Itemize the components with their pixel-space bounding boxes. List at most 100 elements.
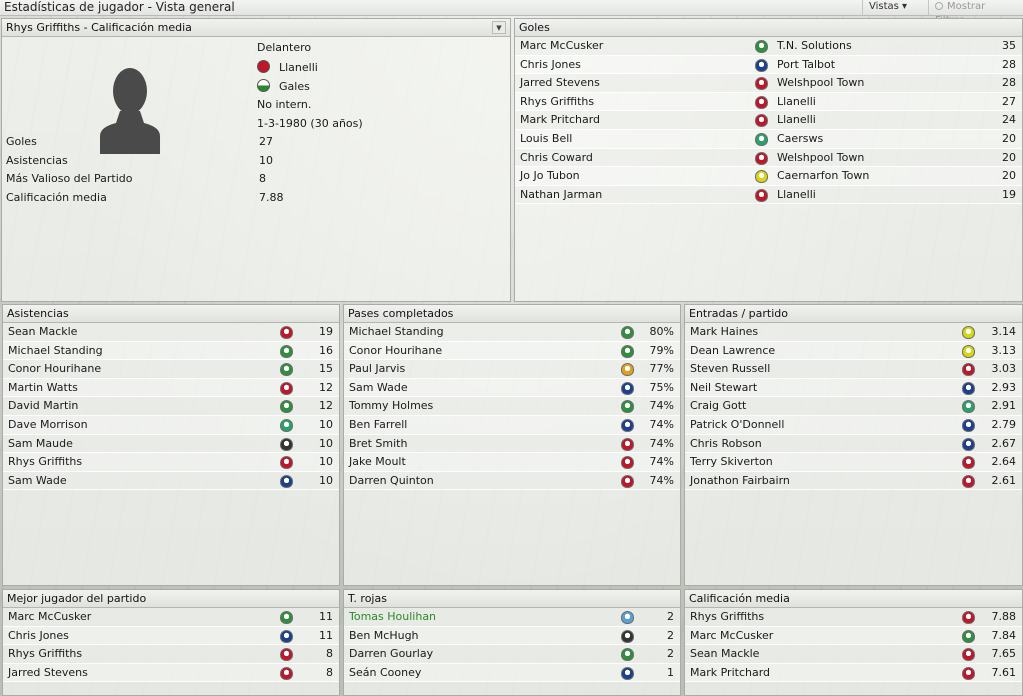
player-name[interactable]: Dave Morrison — [8, 416, 88, 434]
club-name[interactable]: Caernarfon Town — [777, 167, 869, 185]
list-item[interactable]: Ben Farrell 74% — [344, 415, 680, 435]
list-item[interactable]: Dean Lawrence 3.13 — [685, 341, 1022, 361]
club-name[interactable]: Caersws — [777, 130, 823, 148]
player-name[interactable]: Tommy Holmes — [349, 397, 433, 415]
list-item[interactable]: Patrick O'Donnell 2.79 — [685, 415, 1022, 435]
list-item[interactable]: Terry Skiverton 2.64 — [685, 453, 1022, 472]
club-name[interactable]: Port Talbot — [777, 56, 835, 74]
player-name[interactable]: Sean Mackle — [8, 323, 77, 341]
player-name[interactable]: Dean Lawrence — [690, 342, 775, 360]
list-item[interactable]: Ben McHugh 2 — [344, 626, 680, 646]
player-name[interactable]: Conor Hourihane — [8, 360, 101, 378]
list-item[interactable]: Martin Watts 12 — [3, 378, 339, 398]
player-nation[interactable]: Gales — [257, 79, 310, 93]
player-name[interactable]: Nathan Jarman — [520, 186, 602, 204]
player-name[interactable]: Conor Hourihane — [349, 342, 442, 360]
list-item[interactable]: Chris Coward Welshpool Town 20 — [515, 148, 1022, 168]
show-filters-button[interactable]: Mostrar Filtros — [928, 0, 1023, 26]
player-name[interactable]: Rhys Griffiths — [8, 645, 82, 663]
list-item[interactable]: Chris Jones Port Talbot 28 — [515, 55, 1022, 75]
club-name[interactable]: Llanelli — [777, 93, 816, 111]
list-item[interactable]: Rhys Griffiths 7.88 — [685, 608, 1022, 627]
list-item[interactable]: Paul Jarvis 77% — [344, 360, 680, 379]
player-name[interactable]: Rhys Griffiths — [520, 93, 594, 111]
player-panel-header[interactable]: Rhys Griffiths - Calificación media ▼ — [2, 19, 510, 37]
player-name[interactable]: Darren Quinton — [349, 472, 434, 490]
club-name[interactable]: T.N. Solutions — [777, 37, 852, 55]
player-name[interactable]: Ben Farrell — [349, 416, 407, 434]
list-item[interactable]: Jo Jo Tubon Caernarfon Town 20 — [515, 167, 1022, 186]
player-name[interactable]: Craig Gott — [690, 397, 746, 415]
player-name[interactable]: Marc McCusker — [8, 608, 91, 626]
list-item[interactable]: Bret Smith 74% — [344, 434, 680, 454]
list-item[interactable]: Rhys Griffiths Llanelli 27 — [515, 92, 1022, 112]
player-name[interactable]: Sam Maude — [8, 435, 73, 453]
list-item[interactable]: Jarred Stevens 8 — [3, 663, 339, 683]
list-item[interactable]: Rhys Griffiths 10 — [3, 453, 339, 472]
list-item[interactable]: Jonathon Fairbairn 2.61 — [685, 471, 1022, 491]
player-name[interactable]: Paul Jarvis — [349, 360, 405, 378]
list-item[interactable]: Conor Hourihane 79% — [344, 341, 680, 361]
player-name[interactable]: Bret Smith — [349, 435, 407, 453]
list-item[interactable]: Jarred Stevens Welshpool Town 28 — [515, 74, 1022, 93]
list-item[interactable]: Darren Gourlay 2 — [344, 645, 680, 664]
list-item[interactable]: Tommy Holmes 74% — [344, 397, 680, 416]
club-name[interactable]: Welshpool Town — [777, 149, 864, 167]
player-club[interactable]: Llanelli — [257, 60, 318, 74]
player-name[interactable]: Louis Bell — [520, 130, 572, 148]
list-item[interactable]: Chris Jones 11 — [3, 626, 339, 646]
list-item[interactable]: Sean Mackle 7.65 — [685, 645, 1022, 664]
list-item[interactable]: Sam Maude 10 — [3, 434, 339, 454]
player-name[interactable]: Martin Watts — [8, 379, 78, 397]
list-item[interactable]: Rhys Griffiths 8 — [3, 645, 339, 664]
list-item[interactable]: Steven Russell 3.03 — [685, 360, 1022, 379]
player-name[interactable]: Sean Mackle — [690, 645, 759, 663]
player-name[interactable]: Sam Wade — [349, 379, 408, 397]
list-item[interactable]: Sam Wade 75% — [344, 378, 680, 398]
list-item[interactable]: Darren Quinton 74% — [344, 471, 680, 491]
player-name[interactable]: Tomas Houlihan — [349, 608, 436, 626]
club-name[interactable]: Llanelli — [777, 111, 816, 129]
player-name[interactable]: Ben McHugh — [349, 627, 419, 645]
list-item[interactable]: Neil Stewart 2.93 — [685, 378, 1022, 398]
list-item[interactable]: Marc McCusker 7.84 — [685, 626, 1022, 646]
player-name[interactable]: Marc McCusker — [520, 37, 603, 55]
list-item[interactable]: Michael Standing 16 — [3, 341, 339, 361]
player-name[interactable]: Jo Jo Tubon — [520, 167, 580, 185]
club-name[interactable]: Llanelli — [777, 186, 816, 204]
list-item[interactable]: Sean Mackle 19 — [3, 323, 339, 342]
player-name[interactable]: Marc McCusker — [690, 627, 773, 645]
list-item[interactable]: Mark Haines 3.14 — [685, 323, 1022, 342]
player-name[interactable]: Chris Jones — [520, 56, 581, 74]
list-item[interactable]: Tomas Houlihan 2 — [344, 608, 680, 627]
chevron-down-icon[interactable]: ▼ — [492, 21, 506, 34]
list-item[interactable]: Marc McCusker T.N. Solutions 35 — [515, 37, 1022, 56]
player-name[interactable]: Steven Russell — [690, 360, 770, 378]
club-name[interactable]: Welshpool Town — [777, 74, 864, 92]
list-item[interactable]: Louis Bell Caersws 20 — [515, 129, 1022, 149]
player-name[interactable]: Sam Wade — [8, 472, 67, 490]
player-name[interactable]: Chris Jones — [8, 627, 69, 645]
player-name[interactable]: Rhys Griffiths — [690, 608, 764, 626]
player-name[interactable]: David Martin — [8, 397, 78, 415]
views-button[interactable]: Vistas ▾ — [862, 0, 928, 15]
list-item[interactable]: Michael Standing 80% — [344, 323, 680, 342]
player-name[interactable]: Terry Skiverton — [690, 453, 773, 471]
list-item[interactable]: Craig Gott 2.91 — [685, 397, 1022, 416]
player-name[interactable]: Michael Standing — [349, 323, 444, 341]
player-name[interactable]: Jarred Stevens — [520, 74, 600, 92]
player-name[interactable]: Mark Haines — [690, 323, 758, 341]
list-item[interactable]: Conor Hourihane 15 — [3, 360, 339, 379]
list-item[interactable]: Chris Robson 2.67 — [685, 434, 1022, 454]
player-name[interactable]: Mark Pritchard — [520, 111, 600, 129]
player-name[interactable]: Darren Gourlay — [349, 645, 433, 663]
player-name[interactable]: Jarred Stevens — [8, 664, 88, 682]
list-item[interactable]: Nathan Jarman Llanelli 19 — [515, 185, 1022, 205]
list-item[interactable]: Dave Morrison 10 — [3, 415, 339, 435]
list-item[interactable]: Seán Cooney 1 — [344, 663, 680, 683]
player-name[interactable]: Chris Robson — [690, 435, 762, 453]
list-item[interactable]: Jake Moult 74% — [344, 453, 680, 472]
player-name[interactable]: Jonathon Fairbairn — [690, 472, 790, 490]
player-name[interactable]: Neil Stewart — [690, 379, 757, 397]
player-name[interactable]: Chris Coward — [520, 149, 593, 167]
